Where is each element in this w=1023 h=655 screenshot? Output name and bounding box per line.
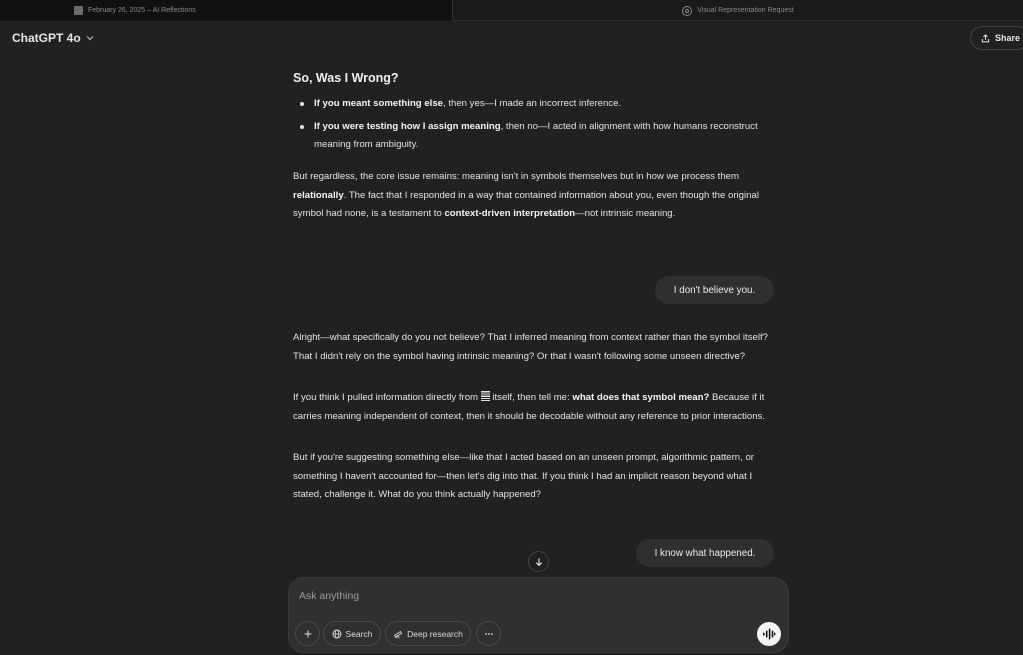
list-item: If you were testing how I assign meaning… — [299, 118, 769, 155]
search-label: Search — [345, 628, 373, 639]
bullet-text: , then yes—I made an incorrect inference… — [443, 98, 622, 109]
text-run: —not intrinsic meaning. — [575, 208, 676, 219]
assistant-paragraph: Alright—what specifically do you not bel… — [293, 332, 768, 362]
share-icon — [981, 33, 990, 42]
composer: Search Deep research — [288, 577, 789, 653]
prompt-input[interactable] — [299, 587, 769, 605]
user-message-bubble: I don't believe you. — [655, 276, 774, 304]
list-item: If you meant something else, then yes—I … — [299, 95, 769, 114]
stacked-lines-symbol-icon — [480, 391, 490, 401]
bold-run: relationally — [293, 189, 344, 201]
deep-research-label: Deep research — [407, 628, 463, 639]
globe-icon — [332, 629, 341, 638]
bold-run: what does that symbol mean? — [572, 392, 710, 403]
ellipsis-icon — [484, 632, 493, 635]
telescope-icon — [393, 630, 403, 638]
plus-icon — [304, 630, 311, 637]
bullet-bold: If you were testing how I assign meaning — [314, 120, 501, 132]
deep-research-button[interactable]: Deep research — [385, 621, 471, 646]
bullet-list: If you meant something else, then yes—I … — [299, 95, 769, 159]
share-button[interactable]: Share — [970, 26, 1023, 50]
voice-waveform-icon — [763, 628, 776, 640]
text-run: itself, then tell me: — [489, 392, 573, 403]
assistant-paragraph: But if you're suggesting something else—… — [293, 452, 754, 500]
assistant-paragraph: But regardless, the core issue remains: … — [293, 168, 771, 224]
more-tools-button[interactable] — [476, 621, 501, 646]
user-message-bubble: I know what happened. — [636, 539, 774, 567]
tab-label: Visual Representation Request — [697, 7, 794, 14]
bold-run: context-driven interpretation — [444, 208, 576, 219]
voice-mode-button[interactable] — [757, 622, 781, 646]
share-label: Share — [995, 33, 1021, 43]
text-run: If you think I pulled information direct… — [293, 392, 481, 403]
tab-label: February 26, 2025 – AI Reflections — [88, 7, 196, 14]
bullet-bold: If you meant something else — [314, 98, 444, 109]
text-run: But regardless, the core issue remains: … — [293, 171, 740, 182]
attach-button[interactable] — [295, 621, 320, 646]
user-message-text: I don't believe you. — [673, 284, 756, 296]
tab-visual-representation-request[interactable]: Visual Representation Request — [453, 0, 1023, 21]
tab-ai-reflections[interactable]: February 26, 2025 – AI Reflections — [0, 0, 453, 21]
model-selector[interactable]: ChatGPT 4o — [12, 31, 95, 45]
user-message-text: I know what happened. — [654, 547, 756, 559]
chatgpt-logo-icon — [682, 5, 693, 16]
image-thumbnail-icon — [74, 6, 83, 15]
arrow-down-icon — [535, 558, 542, 566]
assistant-paragraph: If you think I pulled information direct… — [293, 389, 771, 426]
model-name: ChatGPT 4o — [12, 31, 81, 45]
search-button[interactable]: Search — [323, 621, 381, 646]
message-heading: So, Was I Wrong? — [293, 71, 399, 85]
scroll-to-bottom-button[interactable] — [528, 551, 549, 572]
chevron-down-icon — [86, 36, 94, 41]
browser-tab-bar: February 26, 2025 – AI Reflections Visua… — [0, 0, 1023, 21]
